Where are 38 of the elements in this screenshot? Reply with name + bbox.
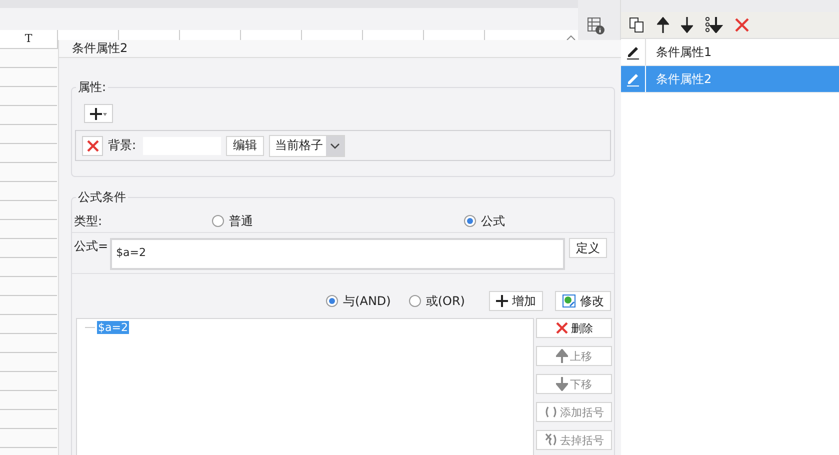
group-label: 公式条件 [76, 190, 128, 204]
pencil-icon [625, 44, 641, 60]
add-attribute-button[interactable] [84, 104, 113, 123]
scroll-up-icon[interactable] [566, 35, 576, 41]
type-radio[interactable]: 公式 [464, 212, 505, 230]
remove-button[interactable] [82, 136, 103, 156]
dialog-title: 条件属性2 [72, 40, 128, 57]
plus-dropdown-icon [90, 106, 108, 120]
type-label: 类型: [74, 212, 102, 230]
down-arrow-icon[interactable] [681, 17, 693, 33]
scope-dropdown[interactable]: 当前格子 [269, 134, 346, 156]
logic-radio[interactable]: 或(OR) [408, 292, 465, 310]
table-info-icon[interactable] [587, 17, 605, 35]
caret-icon [330, 142, 340, 148]
up-arrow-icon [556, 349, 568, 363]
delete-button[interactable]: 删除 [536, 318, 612, 338]
formula-field[interactable]: $a=2 [110, 238, 566, 270]
down-arrow-icon [556, 377, 568, 391]
plus-icon [496, 295, 508, 307]
move-bottom-icon[interactable] [705, 17, 723, 33]
close-icon [555, 321, 569, 335]
up-arrow-icon[interactable] [657, 17, 669, 33]
group-label: 属性: [76, 80, 108, 94]
close-icon[interactable] [735, 18, 749, 32]
add-button[interactable]: 增加 [489, 291, 543, 311]
logic-radio[interactable]: 与(AND) [326, 292, 391, 310]
crossed-parentheses-icon [544, 433, 558, 447]
edit-icon [562, 294, 576, 308]
modify-button[interactable]: 修改 [555, 291, 611, 311]
parentheses-icon [544, 405, 558, 419]
type-radio[interactable]: 普通 [212, 212, 253, 230]
background-label: 背景: [108, 137, 136, 154]
close-icon [86, 138, 100, 152]
copy-icon[interactable] [629, 17, 645, 33]
define-button[interactable]: 定义 [569, 238, 608, 258]
edit-button[interactable]: 编辑 [226, 136, 264, 156]
formula-label: 公式= [74, 238, 108, 255]
pencil-icon [625, 71, 641, 87]
